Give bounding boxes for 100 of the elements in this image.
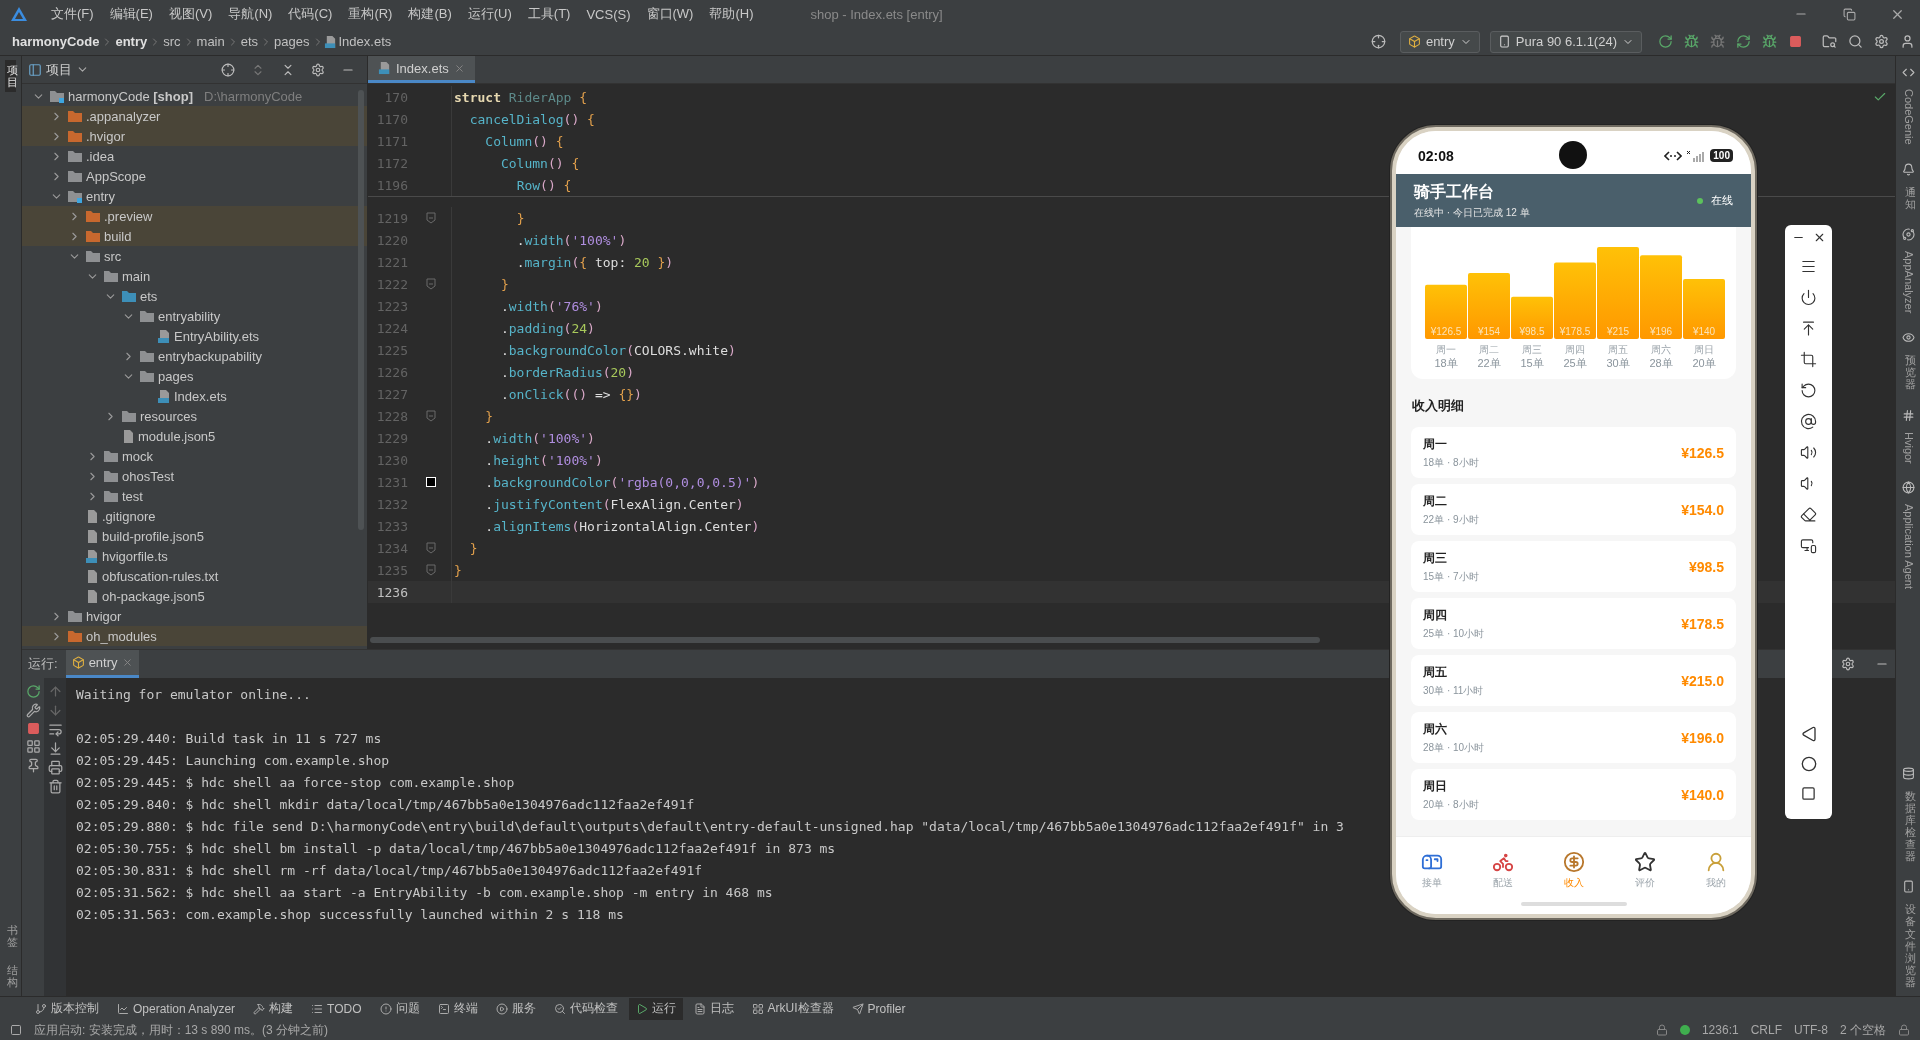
tool-tab[interactable]: 日志	[686, 997, 741, 1020]
menu-item[interactable]: 运行(U)	[460, 2, 519, 26]
device-dropdown[interactable]: Pura 90 6.1.1(24)	[1489, 30, 1642, 53]
tool-tab[interactable]: 构建	[246, 997, 301, 1020]
color-swatch-icon[interactable]	[425, 477, 436, 487]
menu-item[interactable]: 帮助(H)	[702, 2, 761, 26]
status-item[interactable]: 1236:1	[1701, 1023, 1739, 1037]
fold-marker-icon[interactable]	[425, 212, 436, 224]
breadcrumb[interactable]: ets	[238, 34, 261, 49]
income-card[interactable]: 周五 30单 · 11小时 ¥215.0	[1411, 655, 1736, 706]
volume-up-icon[interactable]	[1800, 444, 1817, 461]
tree-item[interactable]: obfuscation-rules.txt	[22, 566, 367, 586]
breadcrumb[interactable]: main	[194, 34, 227, 49]
power-icon[interactable]	[1800, 289, 1817, 306]
status-item[interactable]: 2 个空格	[1840, 1021, 1886, 1039]
bell-icon[interactable]	[1901, 162, 1915, 176]
breadcrumb[interactable]: src	[161, 34, 183, 49]
tree-item[interactable]: oh_modules	[22, 626, 367, 646]
devices-icon[interactable]	[1800, 537, 1817, 554]
fold-marker-icon[interactable]	[425, 564, 436, 576]
breadcrumb[interactable]: entry	[113, 34, 150, 49]
settings-icon[interactable]	[1873, 34, 1889, 49]
tree-item[interactable]: hvigor	[22, 606, 367, 626]
tool-tab[interactable]: 版本控制	[28, 997, 106, 1020]
tool-tab[interactable]: 问题	[372, 997, 427, 1020]
locate-icon[interactable]	[221, 62, 235, 77]
tool-window-tab[interactable]: 结构	[5, 959, 16, 992]
tree-item[interactable]: pages	[22, 366, 367, 386]
tool-window-tab[interactable]: 预览器	[1902, 350, 1914, 395]
income-card[interactable]: 周四 25单 · 10小时 ¥178.5	[1411, 598, 1736, 649]
menu-item[interactable]: 重构(R)	[341, 2, 400, 26]
tool-window-tab[interactable]: AppAnalyzer	[1900, 246, 1916, 318]
tool-window-tab[interactable]: 项目	[5, 60, 16, 93]
menu-icon[interactable]	[1800, 258, 1817, 275]
tree-item[interactable]: .gitignore	[22, 506, 367, 526]
tool-tab[interactable]: TODO	[304, 997, 369, 1020]
profile-icon[interactable]	[1761, 34, 1777, 49]
tree-item[interactable]: hvigorfile.ts	[22, 546, 367, 566]
tree-item[interactable]: entryability	[22, 306, 367, 326]
panel-title[interactable]: 项目	[46, 60, 72, 79]
pin-top-icon[interactable]	[1800, 320, 1817, 337]
at-sign-icon[interactable]	[1800, 413, 1817, 430]
income-card[interactable]: 周一 18单 · 8小时 ¥126.5	[1411, 427, 1736, 478]
scrollbar[interactable]	[370, 637, 1320, 643]
fold-marker-icon[interactable]	[425, 410, 436, 422]
tool-tab[interactable]: 终端	[430, 997, 485, 1020]
lock-icon[interactable]	[1655, 1024, 1668, 1036]
status-item[interactable]: CRLF	[1750, 1023, 1782, 1037]
tree-item[interactable]: module.json5	[22, 426, 367, 446]
tool-tab[interactable]: 服务	[488, 997, 543, 1020]
tool-window-tab[interactable]: 数据库检查器	[1902, 785, 1914, 867]
tool-tab[interactable]: ArkUI检查器	[744, 997, 841, 1020]
back-icon[interactable]	[1800, 726, 1817, 742]
print-icon[interactable]	[47, 760, 63, 775]
income-card[interactable]: 周日 20单 · 8小时 ¥140.0	[1411, 769, 1736, 820]
tool-window-tab[interactable]: Hvigor	[1900, 427, 1916, 468]
tree-item[interactable]: oh-package.json5	[22, 586, 367, 606]
layout-icon[interactable]	[25, 739, 41, 754]
tree-item[interactable]: main	[22, 266, 367, 286]
settings-icon[interactable]	[311, 62, 325, 77]
menu-item[interactable]: 代码(C)	[281, 2, 340, 26]
rotate-icon[interactable]	[1800, 382, 1817, 399]
tree-item[interactable]: ets	[22, 286, 367, 306]
collapse-all-icon[interactable]	[281, 62, 295, 77]
hash-icon[interactable]	[1901, 408, 1915, 422]
tool-window-tab[interactable]: CodeGenie	[1900, 85, 1916, 149]
wrench-icon[interactable]	[25, 703, 41, 718]
breadcrumb[interactable]: harmonyCode	[10, 34, 102, 49]
tree-item[interactable]: entry	[22, 186, 367, 206]
menu-item[interactable]: 导航(N)	[221, 2, 280, 26]
restore-icon[interactable]	[1842, 7, 1856, 21]
menu-item[interactable]: VCS(S)	[579, 3, 638, 25]
tool-window-tab[interactable]: 通知	[1902, 181, 1914, 214]
folder-search-icon[interactable]	[1821, 34, 1837, 49]
panel-toggle-icon[interactable]	[10, 1024, 22, 1036]
phone-icon[interactable]	[1901, 880, 1915, 894]
tool-window-tab[interactable]: 设备文件浏览器	[1902, 899, 1914, 992]
database-icon[interactable]	[1901, 766, 1915, 780]
menu-item[interactable]: 编辑(E)	[102, 2, 160, 26]
tree-item[interactable]: .hvigor	[22, 126, 367, 146]
tool-window-tab[interactable]: 书签	[5, 919, 16, 952]
breadcrumb[interactable]: Index.ets	[336, 34, 394, 49]
tool-tab[interactable]: 运行	[628, 997, 683, 1020]
rerun-icon[interactable]	[1657, 34, 1673, 49]
attach-debugger-icon[interactable]	[1709, 34, 1725, 49]
project-view-icon[interactable]	[28, 62, 42, 77]
settings-icon[interactable]	[1841, 657, 1855, 671]
tree-item[interactable]: resources	[22, 406, 367, 426]
tool-tab[interactable]: Operation Analyzer	[110, 997, 243, 1020]
tree-item[interactable]: src	[22, 246, 367, 266]
tree-item[interactable]: .appanalyzer	[22, 106, 367, 126]
orbit-icon[interactable]	[1901, 227, 1915, 241]
fold-marker-icon[interactable]	[425, 278, 436, 290]
income-card[interactable]: 周六 28单 · 10小时 ¥196.0	[1411, 712, 1736, 763]
wrap-icon[interactable]	[47, 722, 63, 737]
tree-item[interactable]: test	[22, 486, 367, 506]
run-tab[interactable]: entry	[65, 650, 139, 678]
trash-icon[interactable]	[47, 779, 63, 794]
tree-item[interactable]: ohosTest	[22, 466, 367, 486]
income-card[interactable]: 周二 22单 · 9小时 ¥154.0	[1411, 484, 1736, 535]
